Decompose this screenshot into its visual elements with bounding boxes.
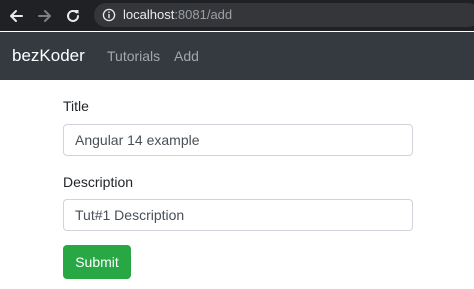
nav-link-tutorials[interactable]: Tutorials — [107, 46, 160, 66]
url-text[interactable]: localhost:8081/add — [123, 6, 232, 24]
description-label: Description — [63, 174, 134, 190]
address-bar[interactable]: localhost:8081/add — [94, 3, 474, 27]
browser-toolbar: localhost:8081/add — [0, 0, 474, 31]
title-input[interactable] — [63, 124, 413, 156]
arrow-right-icon[interactable] — [34, 5, 56, 27]
description-input[interactable] — [63, 199, 413, 231]
url-host: localhost — [123, 7, 175, 22]
info-icon[interactable] — [102, 8, 116, 22]
submit-button[interactable]: Submit — [63, 245, 131, 279]
arrow-left-icon[interactable] — [5, 5, 27, 27]
url-path: :8081/add — [174, 7, 233, 22]
title-label: Title — [63, 98, 89, 114]
brand-link[interactable]: bezKoder — [12, 44, 85, 68]
reload-icon[interactable] — [62, 5, 84, 27]
nav-link-add[interactable]: Add — [174, 46, 199, 66]
app-navbar: bezKoder Tutorials Add — [0, 32, 474, 80]
